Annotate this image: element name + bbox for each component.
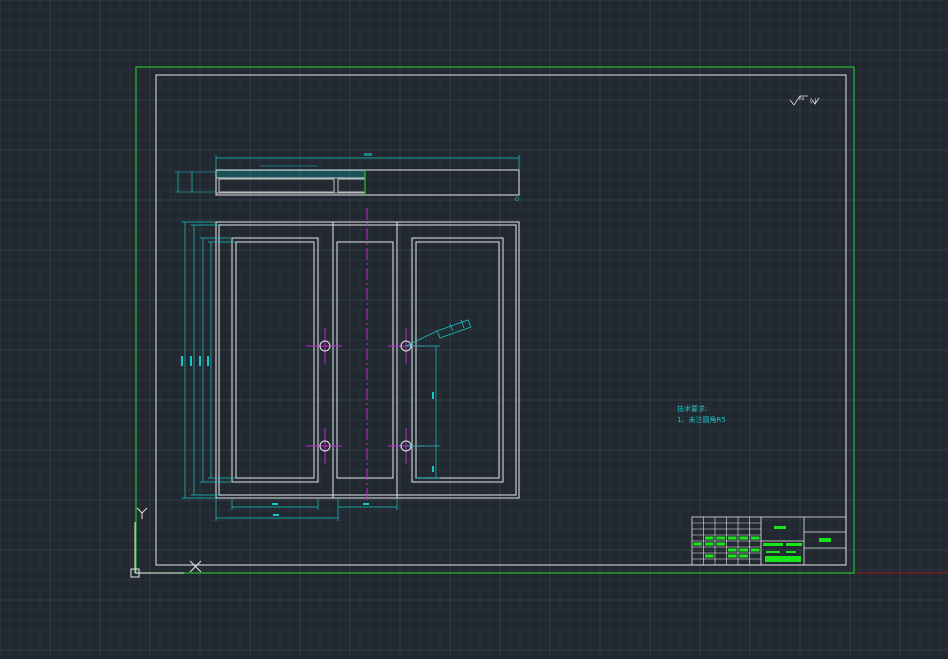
background-grid: [0, 0, 948, 655]
title-block-cell-fill: [693, 542, 702, 546]
title-block-cell-fill: [705, 542, 714, 546]
title-block-cell-fill: [705, 554, 714, 558]
title-block-grid: [692, 517, 761, 565]
title-block-cell-fill: [739, 554, 748, 558]
cad-drawing-viewport[interactable]: Ra ( ) 技术要求: 1、未注圆角R5: [0, 0, 948, 655]
title-block-cell-fill: [705, 536, 714, 540]
title-block-cell-fill: [751, 536, 760, 540]
dimensions: [182, 221, 440, 521]
surface-roughness-label: Ra: [799, 96, 805, 101]
tech-notes-heading: 技术要求:: [677, 404, 707, 413]
title-block-fills: [763, 526, 831, 562]
title-block-cell-fill: [728, 548, 737, 552]
title-block-cell-fill: [716, 536, 725, 540]
title-block-cell-fill: [728, 536, 737, 540]
tech-notes-line1: 1、未注圆角R5: [677, 415, 726, 424]
surface-roughness-paren: ( ): [810, 98, 817, 105]
title-block-cell-fill: [739, 536, 748, 540]
title-block-cell-fill: [716, 542, 725, 546]
title-block-cell-fill: [751, 548, 760, 552]
title-block-cell-fill: [739, 548, 748, 552]
title-block-cell-fill: [728, 554, 737, 558]
